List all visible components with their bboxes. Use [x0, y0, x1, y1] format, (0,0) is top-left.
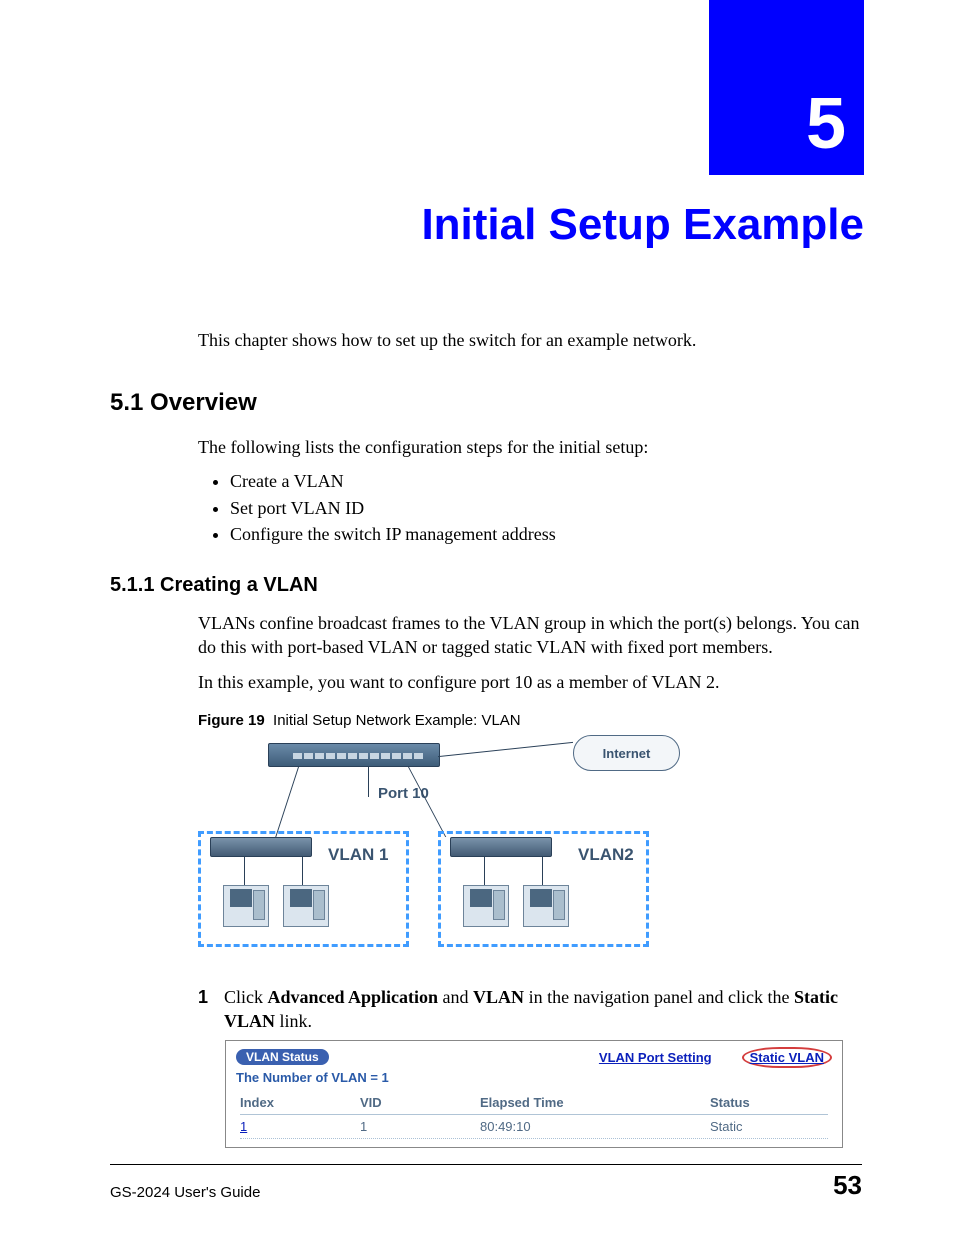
cell-status: Static [710, 1119, 828, 1134]
chapter-number: 5 [806, 83, 846, 165]
vlan-para1: VLANs confine broadcast frames to the VL… [198, 611, 862, 660]
static-vlan-link-highlighted[interactable]: Static VLAN [742, 1047, 832, 1068]
col-vid: VID [360, 1095, 480, 1110]
cell-vid: 1 [360, 1119, 480, 1134]
vlan-para2: In this example, you want to configure p… [198, 670, 862, 694]
page: 5 Initial Setup Example This chapter sho… [0, 0, 954, 1235]
pc-link-line [484, 857, 485, 885]
switch-ports-icon [293, 753, 423, 761]
figure-caption-text: Initial Setup Network Example: VLAN [273, 712, 521, 729]
step-text: Click Advanced Application and VLAN in t… [224, 985, 862, 1034]
chapter-title: Initial Setup Example [110, 200, 864, 250]
footer-guide-name: GS-2024 User's Guide [110, 1184, 260, 1201]
pc-link-line [542, 857, 543, 885]
step-text-part: link. [275, 1011, 312, 1031]
vlan-table-row: 1 1 80:49:10 Static [240, 1115, 828, 1139]
vlan1-label: VLAN 1 [328, 845, 388, 865]
chapter-intro: This chapter shows how to set up the swi… [198, 330, 862, 351]
vlan-panel-title: VLAN Status [236, 1049, 329, 1065]
pc-link-line [302, 857, 303, 885]
chapter-number-box: 5 [709, 0, 864, 175]
vlan-panel-header: VLAN Status VLAN Port Setting Static VLA… [226, 1041, 842, 1070]
footer-page-number: 53 [833, 1170, 862, 1201]
cell-index-link[interactable]: 1 [240, 1119, 360, 1134]
hub-right-icon [450, 837, 552, 857]
overview-bullet: Set port VLAN ID [230, 496, 862, 520]
overview-lead: The following lists the configuration st… [198, 435, 862, 459]
network-diagram: Internet Port 10 VLAN 1 VLAN2 [198, 735, 698, 965]
step-text-part: Click [224, 987, 268, 1007]
hub-left-icon [210, 837, 312, 857]
section-overview-body: The following lists the configuration st… [198, 435, 862, 546]
internet-link-line [438, 742, 573, 775]
link-line-right [408, 767, 446, 837]
internet-cloud: Internet [573, 735, 680, 771]
step-bold: Advanced Application [268, 987, 439, 1007]
pc-icon [223, 885, 269, 927]
vlan-table-header: Index VID Elapsed Time Status [240, 1091, 828, 1115]
content-area: This chapter shows how to set up the swi… [110, 330, 862, 1148]
vlan-table: Index VID Elapsed Time Status 1 1 80:49:… [226, 1091, 842, 1147]
vlan-panel-links: VLAN Port Setting Static VLAN [599, 1047, 832, 1068]
step-text-part: in the navigation panel and click the [524, 987, 794, 1007]
step-number: 1 [198, 985, 224, 1034]
vlan2-label: VLAN2 [578, 845, 634, 865]
vlan-status-panel: VLAN Status VLAN Port Setting Static VLA… [225, 1040, 843, 1148]
subsection-creating-vlan-heading: 5.1.1 Creating a VLAN [110, 574, 862, 597]
section-overview-heading: 5.1 Overview [110, 389, 862, 417]
port-line [368, 767, 369, 797]
overview-bullet-list: Create a VLAN Set port VLAN ID Configure… [216, 469, 862, 546]
step-text-part: and [438, 987, 473, 1007]
step-bold: VLAN [473, 987, 524, 1007]
footer-rule [110, 1164, 862, 1165]
cell-elapsed-time: 80:49:10 [480, 1119, 710, 1134]
overview-bullet: Create a VLAN [230, 469, 862, 493]
vlan-count-label: The Number of VLAN = 1 [226, 1070, 842, 1091]
pc-icon [463, 885, 509, 927]
figure-caption: Figure 19 Initial Setup Network Example:… [198, 712, 862, 729]
vlan-status-tab: VLAN Status [236, 1049, 329, 1065]
pc-icon [523, 885, 569, 927]
col-elapsed-time: Elapsed Time [480, 1095, 710, 1110]
col-index: Index [240, 1095, 360, 1110]
step-1: 1 Click Advanced Application and VLAN in… [198, 985, 862, 1034]
figure-label: Figure 19 [198, 712, 265, 729]
col-status: Status [710, 1095, 828, 1110]
subsection-body: VLANs confine broadcast frames to the VL… [198, 611, 862, 694]
link-line-left [275, 767, 299, 837]
vlan-port-setting-link[interactable]: VLAN Port Setting [599, 1050, 712, 1065]
pc-link-line [244, 857, 245, 885]
page-footer: GS-2024 User's Guide 53 [110, 1170, 862, 1201]
pc-icon [283, 885, 329, 927]
overview-bullet: Configure the switch IP management addre… [230, 522, 862, 546]
